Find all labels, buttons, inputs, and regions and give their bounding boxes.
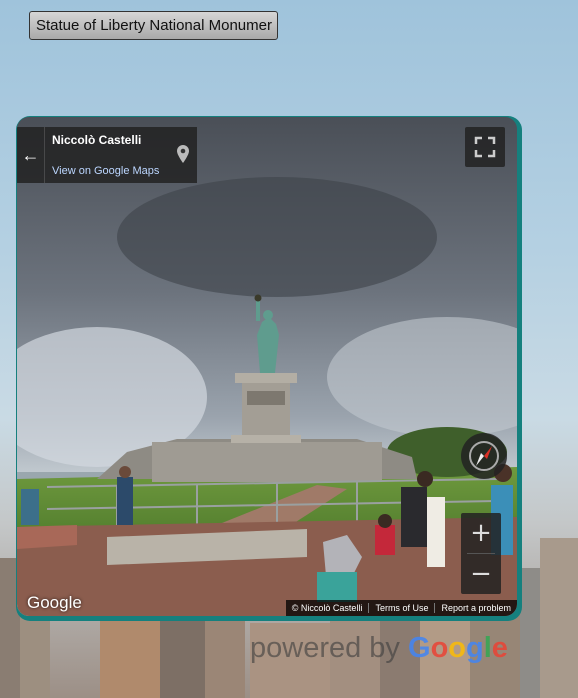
google-logo[interactable]: Google — [27, 593, 82, 613]
fullscreen-button[interactable] — [465, 127, 505, 167]
view-on-google-maps-link[interactable]: View on Google Maps — [52, 165, 159, 177]
powered-by-text: powered by — [250, 632, 400, 664]
google-letter: o — [448, 632, 466, 664]
google-letter: o — [430, 632, 449, 664]
copyright-text: © Niccolò Castelli — [291, 603, 363, 613]
map-pin-icon[interactable] — [177, 145, 189, 163]
google-letter: e — [491, 632, 508, 664]
streetview-panorama[interactable]: ← Niccolò Castelli View on Google Maps +… — [17, 117, 517, 616]
attribution-footer: © Niccolò Castelli Terms of Use Report a… — [285, 600, 517, 616]
google-letter: g — [466, 632, 484, 664]
back-arrow-icon[interactable]: ← — [17, 127, 45, 183]
location-title-button[interactable]: Statue of Liberty National Monumer — [29, 11, 278, 40]
fullscreen-icon — [474, 136, 496, 158]
streetview-frame: ← Niccolò Castelli View on Google Maps +… — [16, 116, 522, 621]
google-wordmark: Google — [408, 632, 508, 664]
powered-by-google: powered by Google — [250, 632, 508, 665]
google-letter: l — [483, 632, 492, 664]
zoom-in-button[interactable]: + — [461, 513, 501, 553]
zoom-control: + − — [461, 513, 501, 594]
google-letter: G — [408, 632, 431, 664]
compass-icon — [469, 441, 499, 471]
streetview-info-box: ← Niccolò Castelli View on Google Maps — [17, 127, 197, 183]
zoom-out-button[interactable]: − — [461, 554, 501, 594]
panorama-image — [17, 117, 517, 616]
photo-author: Niccolò Castelli — [52, 133, 142, 147]
terms-of-use-link[interactable]: Terms of Use — [368, 603, 434, 613]
compass-control[interactable] — [461, 433, 507, 479]
report-problem-link[interactable]: Report a problem — [434, 603, 517, 613]
